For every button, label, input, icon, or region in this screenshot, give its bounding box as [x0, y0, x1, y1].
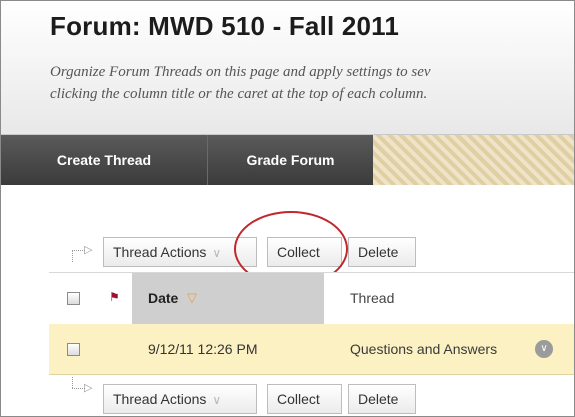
row-thread-link[interactable]: Questions and Answers: [350, 341, 497, 357]
create-thread-button[interactable]: Create Thread: [1, 135, 207, 185]
collect-button-bottom[interactable]: Collect: [267, 384, 342, 414]
row-date: 9/12/11 12:26 PM: [148, 341, 258, 357]
delete-button-top[interactable]: Delete: [348, 237, 416, 267]
page-description-line-2: clicking the column title or the caret a…: [50, 86, 428, 102]
page-header: Forum: MWD 510 - Fall 2011 Organize Foru…: [1, 1, 574, 135]
grade-forum-button[interactable]: Grade Forum: [208, 135, 373, 185]
thread-column-header[interactable]: Thread: [350, 290, 394, 306]
select-all-checkbox[interactable]: [67, 292, 80, 305]
chevron-down-icon: ∨: [212, 393, 222, 407]
delete-button-bottom[interactable]: Delete: [348, 384, 416, 414]
top-toolbar-arrow-icon: ▷: [67, 239, 93, 263]
chevron-down-icon: ∨: [212, 246, 222, 260]
bottom-toolbar-arrow-icon: ▷: [67, 377, 93, 401]
thread-actions-label-bottom: Thread Actions: [113, 391, 207, 407]
row-checkbox[interactable]: [67, 343, 80, 356]
thread-actions-label-top: Thread Actions: [113, 244, 207, 260]
page-title: Forum: MWD 510 - Fall 2011: [50, 11, 400, 41]
forum-page: Forum: MWD 510 - Fall 2011 Organize Foru…: [0, 0, 575, 417]
thread-actions-button-bottom[interactable]: Thread Actions ∨: [103, 384, 257, 414]
page-description: Organize Forum Threads on this page and …: [50, 61, 574, 105]
date-column-header[interactable]: Date: [148, 290, 178, 306]
caret-down-icon[interactable]: ▽: [187, 290, 197, 306]
row-menu-icon[interactable]: ∨: [535, 340, 553, 358]
table-header-row: ⚑ Date ▽ Thread: [49, 272, 574, 326]
page-description-line-1: Organize Forum Threads on this page and …: [50, 64, 431, 80]
table-row: 9/12/11 12:26 PM Questions and Answers ∨: [49, 324, 574, 375]
action-bar: Create Thread Grade Forum: [1, 135, 574, 185]
flag-icon[interactable]: ⚑: [109, 290, 120, 304]
